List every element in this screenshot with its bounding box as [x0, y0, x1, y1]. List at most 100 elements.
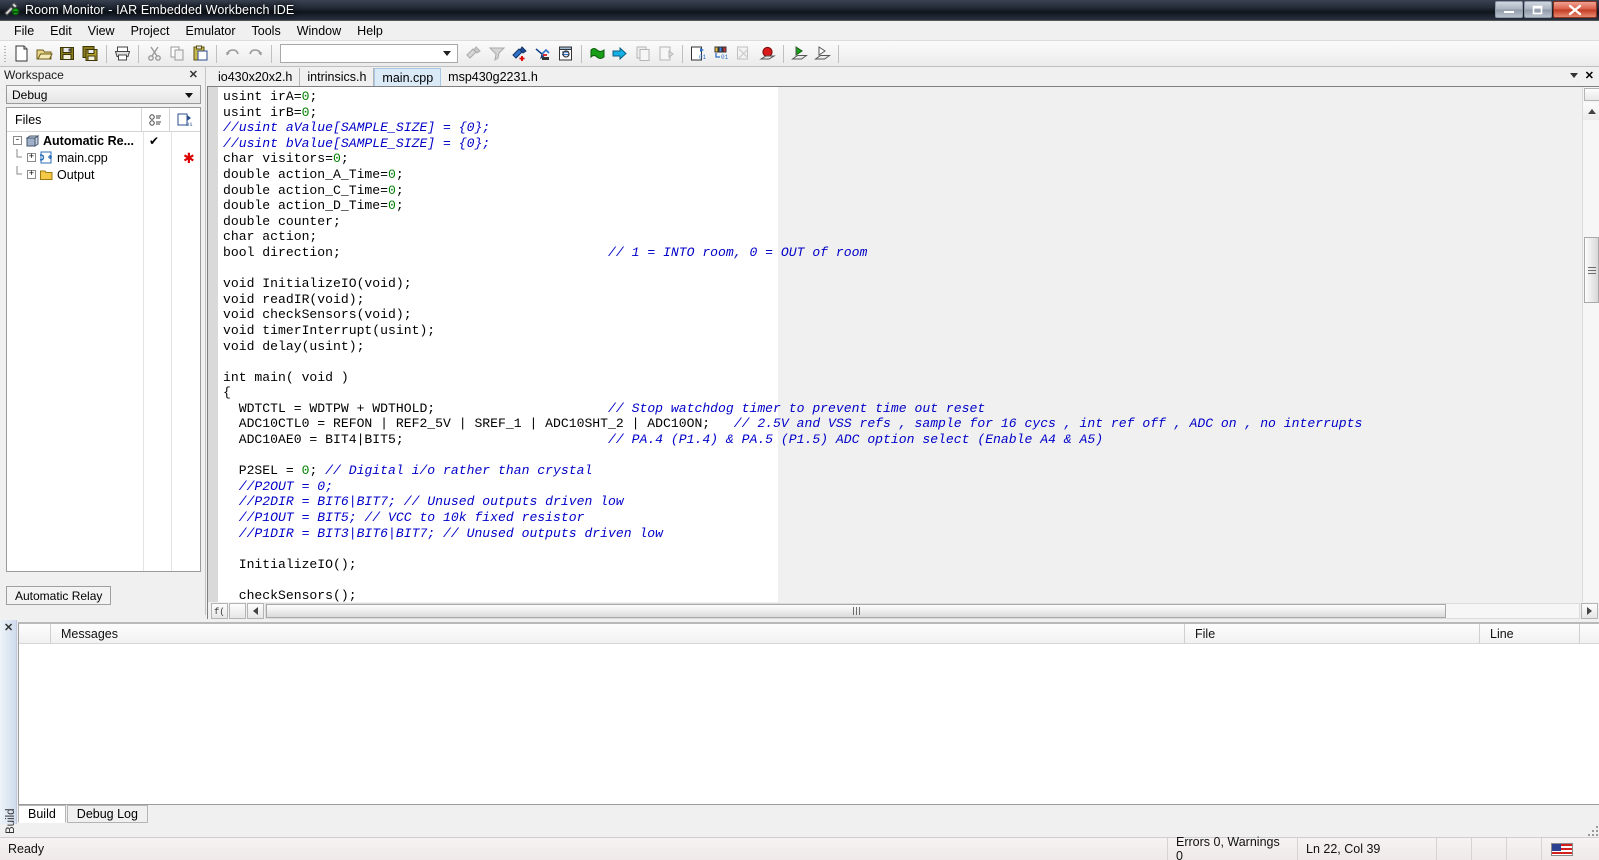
tree-item-modified-star: ✱	[183, 149, 195, 166]
find-combo[interactable]	[280, 44, 458, 63]
save-all-icon[interactable]	[79, 43, 102, 65]
column-icon	[19, 623, 51, 644]
column-line[interactable]: Line	[1480, 623, 1580, 644]
menu-window[interactable]: Window	[289, 22, 349, 40]
menu-edit[interactable]: Edit	[42, 22, 80, 40]
menu-help[interactable]: Help	[349, 22, 391, 40]
split-view-handle[interactable]	[1584, 88, 1599, 101]
redo-icon[interactable]	[244, 43, 267, 65]
debug-icon[interactable]	[811, 43, 834, 65]
tree-item-output[interactable]: + Output	[7, 166, 200, 183]
find-next-icon[interactable]	[485, 43, 508, 65]
menu-project[interactable]: Project	[123, 22, 178, 40]
bookmark-clear-icon[interactable]	[531, 43, 554, 65]
make-icon[interactable]	[609, 43, 632, 65]
workspace-bottom-tab-label: Automatic Relay	[15, 588, 103, 603]
close-icon[interactable]: ✕	[1585, 69, 1594, 82]
workspace-bottom-tab[interactable]: Automatic Relay	[6, 586, 112, 605]
scroll-left-button[interactable]	[247, 602, 264, 619]
workspace-config-select[interactable]: Debug	[6, 85, 201, 104]
download-and-debug-icon[interactable]	[788, 43, 811, 65]
tree-expander[interactable]: +	[27, 153, 36, 162]
tree-branch-line	[13, 166, 22, 179]
tree-item-project[interactable]: - Automatic Re... ✔	[7, 132, 200, 149]
compile-icon[interactable]	[586, 43, 609, 65]
next-statement-icon[interactable]: 01	[687, 43, 710, 65]
column-file[interactable]: File	[1185, 623, 1480, 644]
horizontal-scroll-thumb[interactable]	[266, 603, 1446, 618]
status-slot-1	[1437, 838, 1472, 860]
breakpoint-icon[interactable]	[756, 43, 779, 65]
function-indicator-icon[interactable]: f()	[211, 602, 228, 619]
tab-intrinsics-h[interactable]: intrinsics.h	[300, 68, 375, 86]
workspace-file-tree[interactable]: Files 01 - Automatic Re... ✔ + main.cpp …	[6, 107, 201, 572]
editor-vertical-scrollbar[interactable]	[1582, 87, 1599, 602]
column-files: Files	[7, 107, 142, 132]
tab-main-cpp[interactable]: main.cpp	[374, 68, 442, 86]
menu-tools[interactable]: Tools	[244, 22, 289, 40]
tree-item-main-cpp[interactable]: + main.cpp ✱	[7, 149, 200, 166]
us-flag-icon[interactable]	[1542, 838, 1582, 860]
vertical-scroll-thumb[interactable]	[1584, 237, 1599, 303]
caret-right-icon	[1587, 606, 1592, 615]
menu-emulator[interactable]: Emulator	[177, 22, 243, 40]
save-icon[interactable]	[56, 43, 79, 65]
maximize-button[interactable]	[1524, 1, 1552, 18]
cut-icon[interactable]	[143, 43, 166, 65]
horizontal-scroll-track[interactable]	[265, 602, 1580, 619]
toolbar-separator	[838, 44, 839, 63]
tab-label: Debug Log	[76, 807, 138, 821]
editor-gutter[interactable]	[208, 87, 219, 602]
tree-expander[interactable]: +	[27, 170, 36, 179]
bookmark-box-icon[interactable]	[229, 602, 246, 619]
minimize-button[interactable]	[1495, 1, 1523, 18]
toolbar-separator	[106, 44, 107, 63]
scroll-up-button[interactable]	[1583, 103, 1599, 120]
stop-build-icon[interactable]	[632, 43, 655, 65]
scroll-right-button[interactable]	[1581, 602, 1598, 619]
inspect-icon[interactable]: 01	[710, 43, 733, 65]
caret-left-icon	[253, 606, 258, 615]
chevron-down-icon	[185, 93, 193, 98]
bookmark-toggle-icon[interactable]	[508, 43, 531, 65]
tree-item-label: Automatic Re...	[43, 133, 134, 148]
workspace-close-icon[interactable]: ✕	[189, 68, 198, 81]
new-document-icon[interactable]	[10, 43, 33, 65]
build-messages-header: Messages File Line	[19, 623, 1599, 644]
flag-canton	[1552, 843, 1561, 851]
quick-search-icon[interactable]	[462, 43, 485, 65]
build-panel-close-icon[interactable]: ✕	[4, 621, 13, 634]
build-panel-sidebar: ✕ Build	[0, 620, 17, 834]
paste-icon[interactable]	[189, 43, 212, 65]
menu-file[interactable]: File	[6, 22, 42, 40]
debug-without-download-icon[interactable]	[655, 43, 678, 65]
find-in-files-icon[interactable]	[554, 43, 577, 65]
code-viewport[interactable]: usint irA=0; usint irB=0; //usint aValue…	[208, 87, 1582, 602]
toolbar-separator	[783, 44, 784, 63]
chevron-down-icon[interactable]	[1569, 73, 1578, 78]
close-button[interactable]	[1553, 1, 1597, 18]
build-panel-vertical-label: Build	[5, 808, 17, 834]
window-resize-grip[interactable]	[1584, 822, 1598, 836]
tab-debug-log[interactable]: Debug Log	[66, 805, 148, 823]
tree-expander[interactable]: -	[13, 136, 22, 145]
editor-horizontal-scrollbar[interactable]: f()	[208, 602, 1599, 619]
caret-up-icon	[1587, 109, 1596, 114]
open-folder-icon[interactable]	[33, 43, 56, 65]
status-bar: Ready Errors 0, Warnings 0 Ln 22, Col 39	[0, 835, 1599, 860]
menu-view[interactable]: View	[80, 22, 123, 40]
toolbar-grip[interactable]	[2, 44, 8, 64]
tab-msp430g2231-h[interactable]: msp430g2231.h	[441, 68, 545, 86]
print-icon[interactable]	[111, 43, 134, 65]
tab-label: Build	[28, 807, 56, 821]
tab-io430x20x2-h[interactable]: io430x20x2.h	[211, 68, 301, 86]
tab-build[interactable]: Build	[18, 805, 66, 823]
toolbar-separator	[271, 44, 272, 63]
source-code[interactable]: usint irA=0; usint irB=0; //usint aValue…	[220, 87, 1362, 602]
copy-icon[interactable]	[166, 43, 189, 65]
build-messages-list[interactable]: Messages File Line	[18, 622, 1599, 805]
tree-item-label: Output	[57, 167, 95, 182]
undo-icon[interactable]	[221, 43, 244, 65]
disconnect-icon[interactable]	[733, 43, 756, 65]
column-messages[interactable]: Messages	[51, 623, 1185, 644]
